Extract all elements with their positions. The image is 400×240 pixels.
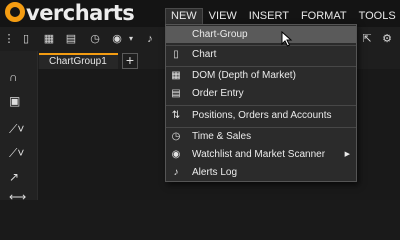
bell-icon[interactable]: ♪ [143, 32, 157, 46]
arrow-line-icon[interactable]: ↗ [9, 169, 29, 185]
dom-grid-icon[interactable]: ▦ [42, 32, 56, 46]
submenu-arrow-icon: ▶ [344, 151, 350, 158]
app-logo: vercharts [5, 1, 135, 25]
drag-handle-icon[interactable]: ⋮ [2, 32, 16, 46]
lock-icon[interactable]: ▣ [9, 93, 29, 109]
menu-item-chart[interactable]: ▯ Chart [166, 46, 356, 63]
ray-line-icon[interactable]: ⟋˅ [9, 145, 29, 161]
candlestick-icon[interactable]: ▯ [19, 32, 33, 46]
menu-item-label: Chart-Group [192, 29, 248, 40]
menu-format[interactable]: FORMAT [295, 8, 353, 25]
stopwatch-icon: ◷ [171, 131, 181, 142]
order-entry-icon: ▤ [171, 88, 181, 99]
menu-item-chart-group[interactable]: Chart-Group [166, 26, 356, 43]
gear-icon[interactable]: ⚙ [380, 32, 394, 46]
order-entry-icon[interactable]: ▤ [64, 32, 78, 46]
menu-new[interactable]: NEW [165, 8, 203, 25]
positions-icon: ⇅ [171, 110, 181, 121]
logo-text: vercharts [26, 1, 135, 25]
export-icon[interactable]: ⇱ [360, 32, 374, 46]
menu-item-label: Order Entry [192, 88, 244, 99]
mouse-cursor-icon [281, 31, 293, 47]
menu-item-label: Watchlist and Market Scanner [192, 149, 326, 160]
stopwatch-icon[interactable]: ◷ [88, 32, 102, 46]
menu-item-label: Positions, Orders and Accounts [192, 110, 332, 121]
horizontal-line-icon[interactable]: ⟷ [9, 189, 29, 205]
candlestick-icon: ▯ [173, 49, 179, 60]
new-menu-dropdown: Chart-Group ▯ Chart ▦ DOM (Depth of Mark… [165, 24, 357, 182]
title-bar: vercharts NEW VIEW INSERT FORMAT TOOLS [0, 0, 400, 27]
menu-item-label: Alerts Log [192, 167, 238, 178]
menu-item-dom[interactable]: ▦ DOM (Depth of Market) [166, 67, 356, 84]
eye-icon: ◉ [171, 149, 181, 160]
menu-item-label: Chart [192, 49, 217, 60]
drawing-toolbar: ∩ ▣ ⟋˅ ⟋˅ ↗ ⟷ [0, 51, 38, 204]
dom-grid-icon: ▦ [171, 70, 181, 81]
menu-view[interactable]: VIEW [203, 8, 243, 25]
eye-icon[interactable]: ◉ [110, 32, 124, 46]
menu-insert[interactable]: INSERT [243, 8, 295, 25]
menu-item-time-sales[interactable]: ◷ Time & Sales [166, 128, 356, 145]
menu-item-label: Time & Sales [192, 131, 252, 142]
trend-line-icon[interactable]: ⟋˅ [9, 121, 29, 137]
menu-item-alerts-log[interactable]: ♪ Alerts Log [166, 164, 356, 181]
magnet-icon[interactable]: ∩ [9, 69, 29, 85]
menu-tools[interactable]: TOOLS [353, 8, 400, 25]
tab-chartgroup1[interactable]: ChartGroup1 [39, 53, 118, 69]
chevron-down-icon[interactable]: ▾ [124, 32, 138, 46]
menu-item-order-entry[interactable]: ▤ Order Entry [166, 85, 356, 102]
menu-bar: NEW VIEW INSERT FORMAT TOOLS [165, 8, 400, 25]
menu-item-positions[interactable]: ⇅ Positions, Orders and Accounts [166, 107, 356, 124]
bell-icon: ♪ [173, 167, 179, 178]
menu-separator [166, 105, 356, 106]
logo-o-mark [5, 2, 25, 22]
add-tab-button[interactable]: + [122, 53, 138, 69]
menu-item-watchlist[interactable]: ◉ Watchlist and Market Scanner ▶ [166, 146, 356, 163]
menu-item-label: DOM (Depth of Market) [192, 70, 296, 81]
